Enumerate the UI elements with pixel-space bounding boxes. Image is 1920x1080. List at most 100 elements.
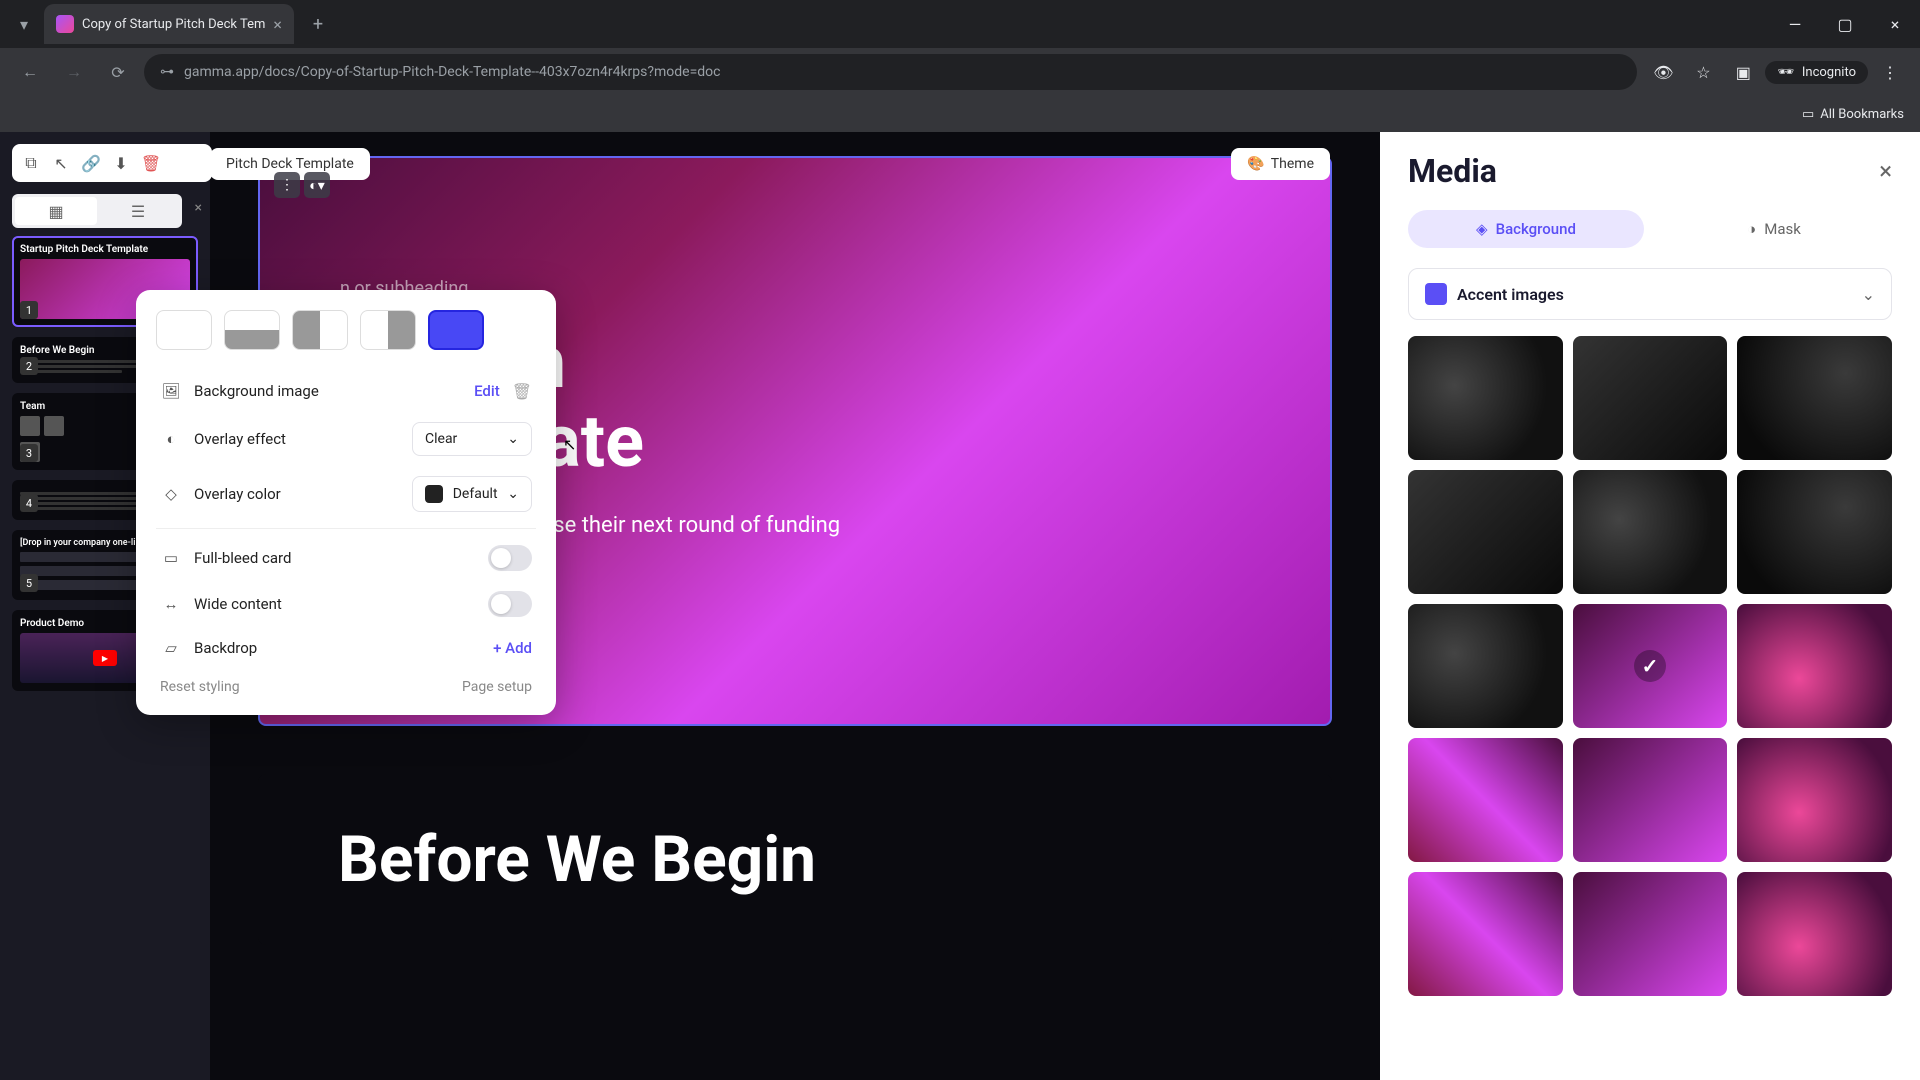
image-option-10[interactable] — [1408, 738, 1563, 862]
browser-tab[interactable]: Copy of Startup Pitch Deck Tem × — [44, 4, 294, 44]
backdrop-row: ▱ Backdrop + Add — [156, 627, 536, 669]
full-bleed-toggle[interactable] — [488, 545, 532, 571]
theme-button[interactable]: 🎨 Theme — [1231, 148, 1330, 180]
image-option-13[interactable] — [1408, 872, 1563, 996]
image-option-6[interactable] — [1737, 470, 1892, 594]
media-header: Media × — [1408, 152, 1892, 190]
cursor: ↖ — [563, 435, 576, 454]
layout-option-5[interactable] — [428, 310, 484, 350]
link-icon[interactable]: 🔗 — [80, 152, 102, 174]
tab-title: Copy of Startup Pitch Deck Tem — [82, 17, 265, 32]
palette-icon: 🎨 — [1247, 156, 1264, 172]
reset-styling-button[interactable]: Reset styling — [160, 679, 240, 695]
backdrop-icon: ▱ — [160, 637, 182, 659]
incognito-chip[interactable]: 🕶 Incognito — [1765, 61, 1868, 84]
new-tab-button[interactable]: + — [302, 8, 334, 40]
incognito-label: Incognito — [1802, 65, 1856, 80]
overlay-color-row: ◇ Overlay color Default ⌄ — [156, 466, 536, 522]
add-backdrop-button[interactable]: + Add — [493, 639, 532, 657]
trash-icon[interactable]: 🗑 — [140, 152, 162, 174]
image-grid — [1408, 336, 1892, 996]
window-controls: — ▢ × — [1770, 4, 1920, 44]
card-icon: ▭ — [160, 547, 182, 569]
close-icon[interactable]: × — [273, 15, 282, 34]
accent-images-section[interactable]: Accent images ⌄ — [1408, 268, 1892, 320]
layout-option-1[interactable] — [156, 310, 212, 350]
wide-content-toggle[interactable] — [488, 591, 532, 617]
image-option-8[interactable] — [1573, 604, 1728, 728]
contrast-icon: ◐ — [160, 428, 182, 450]
play-icon: ▶ — [93, 650, 117, 666]
width-icon: ↔ — [160, 593, 182, 615]
paint-icon: ◇ — [160, 483, 182, 505]
slide-style-button[interactable]: ◐▾ — [304, 172, 330, 198]
edit-button[interactable]: Edit — [474, 382, 500, 400]
popover-footer: Reset styling Page setup — [156, 669, 536, 695]
image-icon: 🖼 — [160, 380, 182, 402]
chevron-down-icon: ⌄ — [507, 431, 519, 447]
layout-option-4[interactable] — [360, 310, 416, 350]
reload-button[interactable]: ⟳ — [100, 54, 136, 90]
layout-options — [156, 310, 536, 350]
undo-icon[interactable]: ↖ — [50, 152, 72, 174]
media-tabs: ◈ Background ◑ Mask — [1408, 210, 1892, 248]
site-info-icon[interactable]: ⊶ — [160, 64, 174, 80]
browser-menu-button[interactable]: ⋮ — [1872, 54, 1908, 90]
close-icon[interactable]: × — [1879, 157, 1892, 185]
incognito-icon: 🕶 — [1777, 65, 1794, 80]
chevron-down-icon: ⌄ — [1862, 285, 1875, 304]
image-option-14[interactable] — [1573, 872, 1728, 996]
image-option-15[interactable] — [1737, 872, 1892, 996]
slide-toolbar: ⋮ ◐▾ — [274, 172, 330, 198]
grid-view-button[interactable]: ▦ — [15, 197, 97, 225]
full-bleed-row: ▭ Full-bleed card — [156, 535, 536, 581]
image-option-9[interactable] — [1737, 604, 1892, 728]
background-icon: ◈ — [1476, 220, 1488, 238]
tab-mask[interactable]: ◑ Mask — [1656, 210, 1892, 248]
back-button[interactable]: ← — [12, 54, 48, 90]
image-icon — [1425, 283, 1447, 305]
image-option-11[interactable] — [1573, 738, 1728, 862]
url-input[interactable]: ⊶ gamma.app/docs/Copy-of-Startup-Pitch-D… — [144, 54, 1637, 90]
tab-background[interactable]: ◈ Background — [1408, 210, 1644, 248]
slide-2[interactable]: Before We Begin — [258, 774, 1332, 945]
close-window-button[interactable]: × — [1870, 4, 1920, 44]
all-bookmarks-button[interactable]: ▭ All Bookmarks — [1802, 107, 1904, 122]
trash-icon[interactable]: 🗑 — [512, 382, 532, 401]
page-setup-button[interactable]: Page setup — [462, 679, 532, 695]
image-option-12[interactable] — [1737, 738, 1892, 862]
copy-icon[interactable]: ⧉ — [20, 152, 42, 174]
gamma-favicon — [56, 15, 74, 33]
folder-icon: ▭ — [1802, 107, 1814, 122]
maximize-button[interactable]: ▢ — [1820, 4, 1870, 44]
layout-option-3[interactable] — [292, 310, 348, 350]
slide-title[interactable]: Before We Begin — [338, 822, 1252, 897]
color-chip — [425, 485, 443, 503]
minimize-button[interactable]: — — [1770, 4, 1820, 44]
list-view-button[interactable]: ☰ — [97, 197, 179, 225]
url-text: gamma.app/docs/Copy-of-Startup-Pitch-Dec… — [184, 64, 1621, 80]
eye-off-icon[interactable]: 👁 — [1645, 54, 1681, 90]
image-option-4[interactable] — [1408, 470, 1563, 594]
image-option-5[interactable] — [1573, 470, 1728, 594]
image-option-7[interactable] — [1408, 604, 1563, 728]
overlay-effect-select[interactable]: Clear ⌄ — [412, 422, 532, 456]
view-toggle: ▦ ☰ × — [12, 194, 182, 228]
download-icon[interactable]: ⬇ — [110, 152, 132, 174]
panel-icon[interactable]: ▣ — [1725, 54, 1761, 90]
sidebar-toolbar: ⧉ ↖ 🔗 ⬇ 🗑 — [12, 144, 212, 182]
close-icon[interactable]: × — [195, 200, 202, 216]
media-title: Media — [1408, 152, 1497, 190]
layout-option-2[interactable] — [224, 310, 280, 350]
forward-button[interactable]: → — [56, 54, 92, 90]
tab-strip: ▾ Copy of Startup Pitch Deck Tem × + — [0, 0, 334, 48]
tab-search-dropdown[interactable]: ▾ — [8, 8, 40, 40]
overlay-color-select[interactable]: Default ⌄ — [412, 476, 532, 512]
image-option-1[interactable] — [1408, 336, 1563, 460]
image-option-3[interactable] — [1737, 336, 1892, 460]
image-option-2[interactable] — [1573, 336, 1728, 460]
divider — [156, 528, 536, 529]
slide-menu-button[interactable]: ⋮ — [274, 172, 300, 198]
wide-content-row: ↔ Wide content — [156, 581, 536, 627]
bookmark-star-icon[interactable]: ☆ — [1685, 54, 1721, 90]
